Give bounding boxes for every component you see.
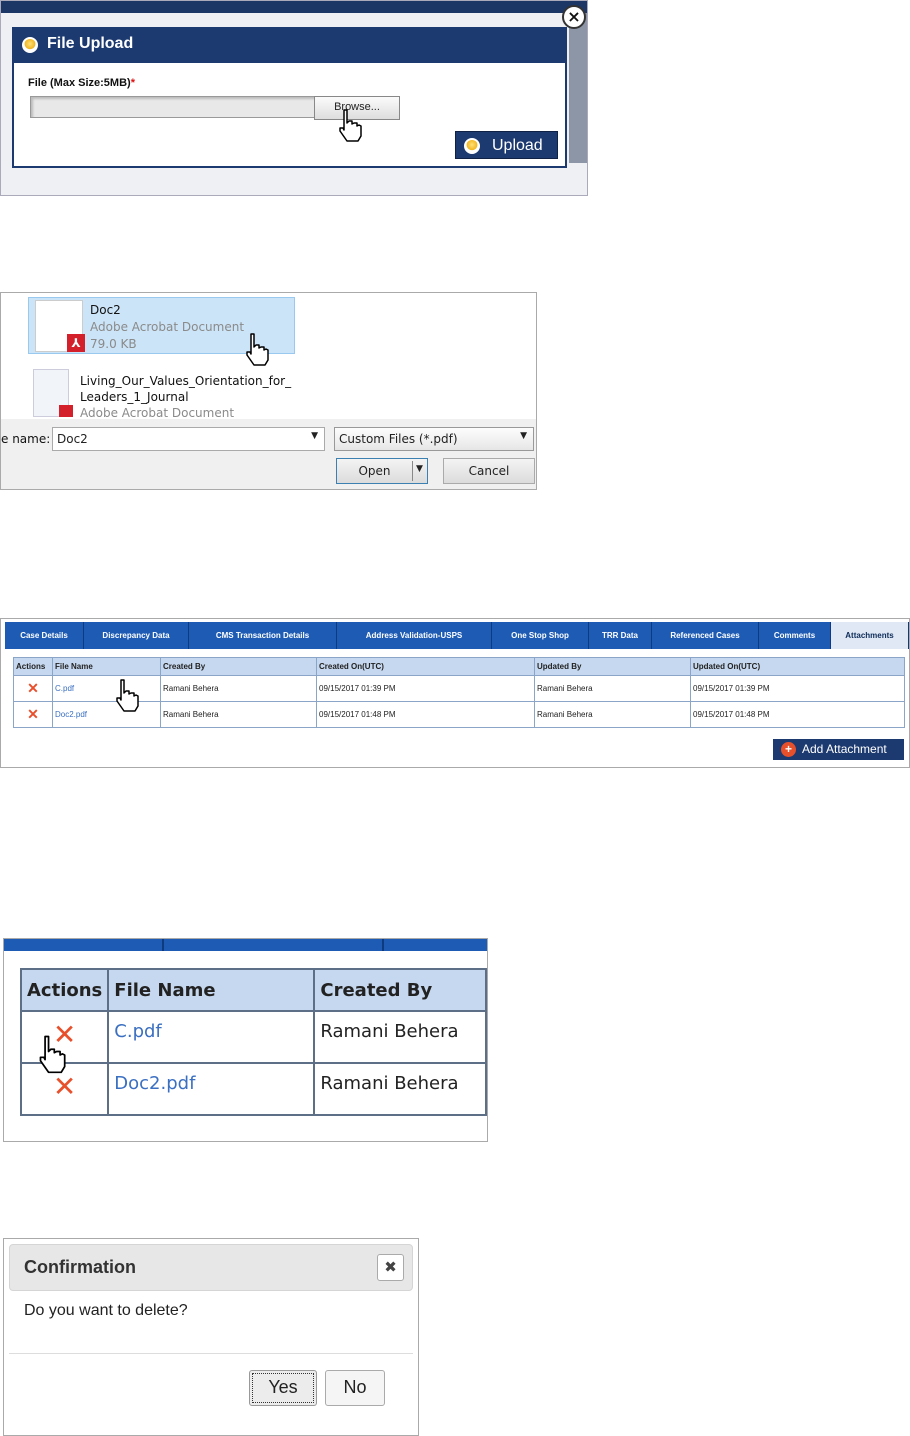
dialog-titlebar: File Upload [14,29,565,63]
dialog-title: File Upload [47,35,134,52]
updated-by-cell: Ramani Behera [534,675,691,702]
column-header[interactable]: Actions [13,657,53,676]
created-by-cell: Ramani Behera [313,1010,487,1064]
upload-button[interactable]: Upload [455,131,558,159]
file-name-label: e name: [1,432,51,446]
file-type-select[interactable]: Custom Files (*.pdf) ▼ [334,427,534,451]
column-header[interactable]: Updated On(UTC) [690,657,905,676]
cancel-button[interactable]: Cancel [443,458,535,484]
pdf-icon [59,405,73,417]
file-name-input[interactable]: Doc2 ▼ [52,427,325,451]
tab-one-stop-shop[interactable]: One Stop Shop [492,622,589,649]
tab-divider [162,939,164,951]
column-header[interactable]: Created On(UTC) [316,657,535,676]
file-path-input[interactable] [30,96,315,118]
delete-icon[interactable]: ✕ [13,701,53,728]
delete-icon[interactable]: ✕ [13,675,53,702]
dialog-title: Confirmation [24,1257,136,1277]
confirmation-dialog: Confirmation ✖ Do you want to delete? Ye… [3,1238,419,1436]
upload-coin-icon [464,138,480,154]
upload-coin-icon [22,37,38,53]
file-upload-panel: File Upload File (Max Size:5MB)* Browse.… [0,0,588,196]
updated-on-cell: 09/15/2017 01:48 PM [690,701,905,728]
tab-bar-fragment [4,939,487,951]
chevron-down-icon[interactable]: ▼ [520,431,527,441]
open-button[interactable]: Open ▼ [336,458,428,484]
open-button-label: Open [358,464,391,478]
upload-button-label: Upload [492,137,543,154]
background-scrollbar [569,13,587,163]
column-header[interactable]: Actions [19,968,110,1012]
file-item-name-line1[interactable]: Living_Our_Values_Orientation_for_ [80,374,291,388]
file-upload-dialog: File Upload File (Max Size:5MB)* Browse.… [12,27,567,168]
required-mark: * [130,77,135,89]
hand-cursor-icon [39,1035,66,1074]
zoomed-attachments-panel: Actions File Name Created By ✕ C.pdf Ram… [3,938,488,1142]
file-item-type: Adobe Acrobat Document [90,320,245,334]
close-icon[interactable]: × [562,5,586,29]
chevron-down-icon[interactable]: ▼ [311,431,318,441]
tab-cms-transaction-details[interactable]: CMS Transaction Details [189,622,337,649]
column-header[interactable]: Updated By [534,657,691,676]
tab-divider [382,939,384,951]
updated-on-cell: 09/15/2017 01:39 PM [690,675,905,702]
tab-discrepancy-data[interactable]: Discrepancy Data [84,622,189,649]
close-icon[interactable]: ✖ [377,1254,404,1281]
case-attachments-panel: Case Details Discrepancy Data CMS Transa… [0,618,910,768]
zoomed-attachments-table: Actions File Name Created By ✕ C.pdf Ram… [19,968,487,1116]
column-header[interactable]: File Name [52,657,161,676]
table-header-row: Actions File Name Created By Created On(… [13,657,905,676]
column-header[interactable]: Created By [313,968,487,1012]
plus-icon: + [781,742,796,757]
add-attachment-label: Add Attachment [802,742,887,756]
file-name-link[interactable]: C.pdf [107,1010,316,1064]
file-item-name: Doc2 [90,303,121,317]
created-on-cell: 09/15/2017 01:48 PM [316,701,535,728]
file-item-size: 79.0 KB [90,337,137,351]
yes-button[interactable]: Yes [249,1370,317,1406]
divider [9,1353,413,1354]
add-attachment-button[interactable]: + Add Attachment [773,739,904,760]
chevron-down-icon[interactable]: ▼ [416,464,423,474]
confirmation-message: Do you want to delete? [24,1302,188,1319]
created-by-cell: Ramani Behera [313,1062,487,1116]
pdf-icon: ⅄ [67,334,85,352]
created-on-cell: 09/15/2017 01:39 PM [316,675,535,702]
background-header-strip [1,1,587,13]
table-row: ✕ Doc2.pdf Ramani Behera [19,1062,487,1116]
file-item-name-line2[interactable]: Leaders_1_Journal [80,390,189,404]
tab-address-validation-usps[interactable]: Address Validation-USPS [337,622,492,649]
split-divider [412,461,413,481]
file-item-type: Adobe Acrobat Document [80,406,235,420]
tab-case-details[interactable]: Case Details [5,622,84,649]
table-header-row: Actions File Name Created By [19,968,487,1012]
attachments-table: Actions File Name Created By Created On(… [13,657,905,728]
tab-trr-data[interactable]: TRR Data [589,622,652,649]
created-by-cell: Ramani Behera [160,701,317,728]
case-tab-bar: Case Details Discrepancy Data CMS Transa… [5,622,909,649]
tab-comments[interactable]: Comments [759,622,831,649]
hand-cursor-icon [339,109,362,142]
table-row: ✕ Doc2.pdf Ramani Behera 09/15/2017 01:4… [13,701,905,728]
file-name-value: Doc2 [57,432,88,446]
created-by-cell: Ramani Behera [160,675,317,702]
column-header[interactable]: Created By [160,657,317,676]
file-name-link[interactable]: Doc2.pdf [107,1062,316,1116]
file-name-link[interactable]: Doc2.pdf [52,701,161,728]
file-field-label: File (Max Size:5MB)* [28,77,135,89]
tab-attachments[interactable]: Attachments [831,622,909,649]
file-name-link[interactable]: C.pdf [52,675,161,702]
updated-by-cell: Ramani Behera [534,701,691,728]
column-header[interactable]: File Name [107,968,316,1012]
hand-cursor-icon [116,679,139,712]
tab-referenced-cases[interactable]: Referenced Cases [652,622,759,649]
table-row: ✕ C.pdf Ramani Behera [19,1010,487,1064]
no-button[interactable]: No [325,1370,385,1406]
open-file-dialog: ⅄ Doc2 Adobe Acrobat Document 79.0 KB Li… [0,292,537,490]
hand-cursor-icon [246,333,269,366]
file-label-text: File (Max Size:5MB) [28,77,131,89]
file-type-value: Custom Files (*.pdf) [339,432,458,446]
table-row: ✕ C.pdf Ramani Behera 09/15/2017 01:39 P… [13,675,905,702]
